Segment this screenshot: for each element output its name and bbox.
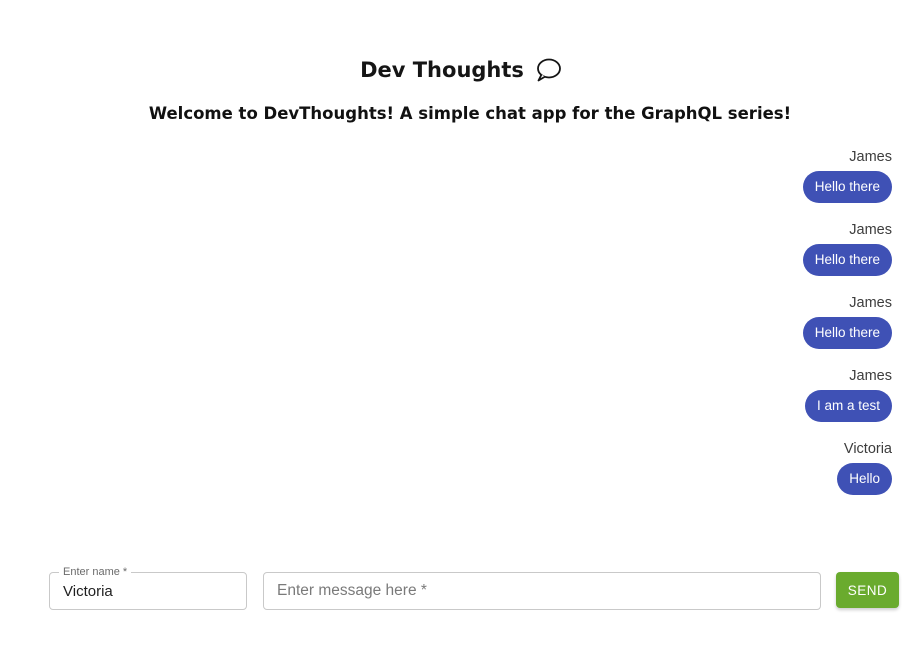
- message-sender: James: [849, 368, 892, 384]
- welcome-subtitle: Welcome to DevThoughts! A simple chat ap…: [148, 104, 792, 123]
- header: Dev Thoughts: [0, 52, 922, 88]
- send-button[interactable]: SEND: [836, 572, 899, 608]
- message-bubble: Hello there: [802, 244, 892, 276]
- message-sender: James: [849, 222, 892, 238]
- message-item: James Hello there: [492, 219, 892, 292]
- name-field[interactable]: Enter name *: [49, 565, 247, 610]
- message-sender: James: [849, 149, 892, 165]
- message-bubble: Hello there: [802, 171, 892, 203]
- message-bubble: I am a test: [804, 390, 892, 422]
- message-input[interactable]: [277, 573, 807, 609]
- message-item: James I am a test: [492, 365, 892, 438]
- app-title: Dev Thoughts: [360, 58, 524, 82]
- message-field[interactable]: [263, 572, 821, 610]
- message-sender: James: [849, 295, 892, 311]
- chat-app: Dev Thoughts Welcome to DevThoughts! A s…: [0, 0, 922, 660]
- message-item: Victoria Hello: [492, 438, 892, 511]
- message-composer: Enter name * SEND: [49, 565, 901, 612]
- message-bubble: Hello: [837, 463, 892, 495]
- message-bubble: Hello there: [802, 317, 892, 349]
- message-sender: Victoria: [843, 441, 892, 457]
- message-item: James Hello there: [492, 146, 892, 219]
- message-list: James Hello there James Hello there Jame…: [492, 146, 892, 511]
- speech-bubble-icon: [534, 56, 562, 84]
- name-input[interactable]: [63, 573, 233, 609]
- message-item: James Hello there: [492, 292, 892, 365]
